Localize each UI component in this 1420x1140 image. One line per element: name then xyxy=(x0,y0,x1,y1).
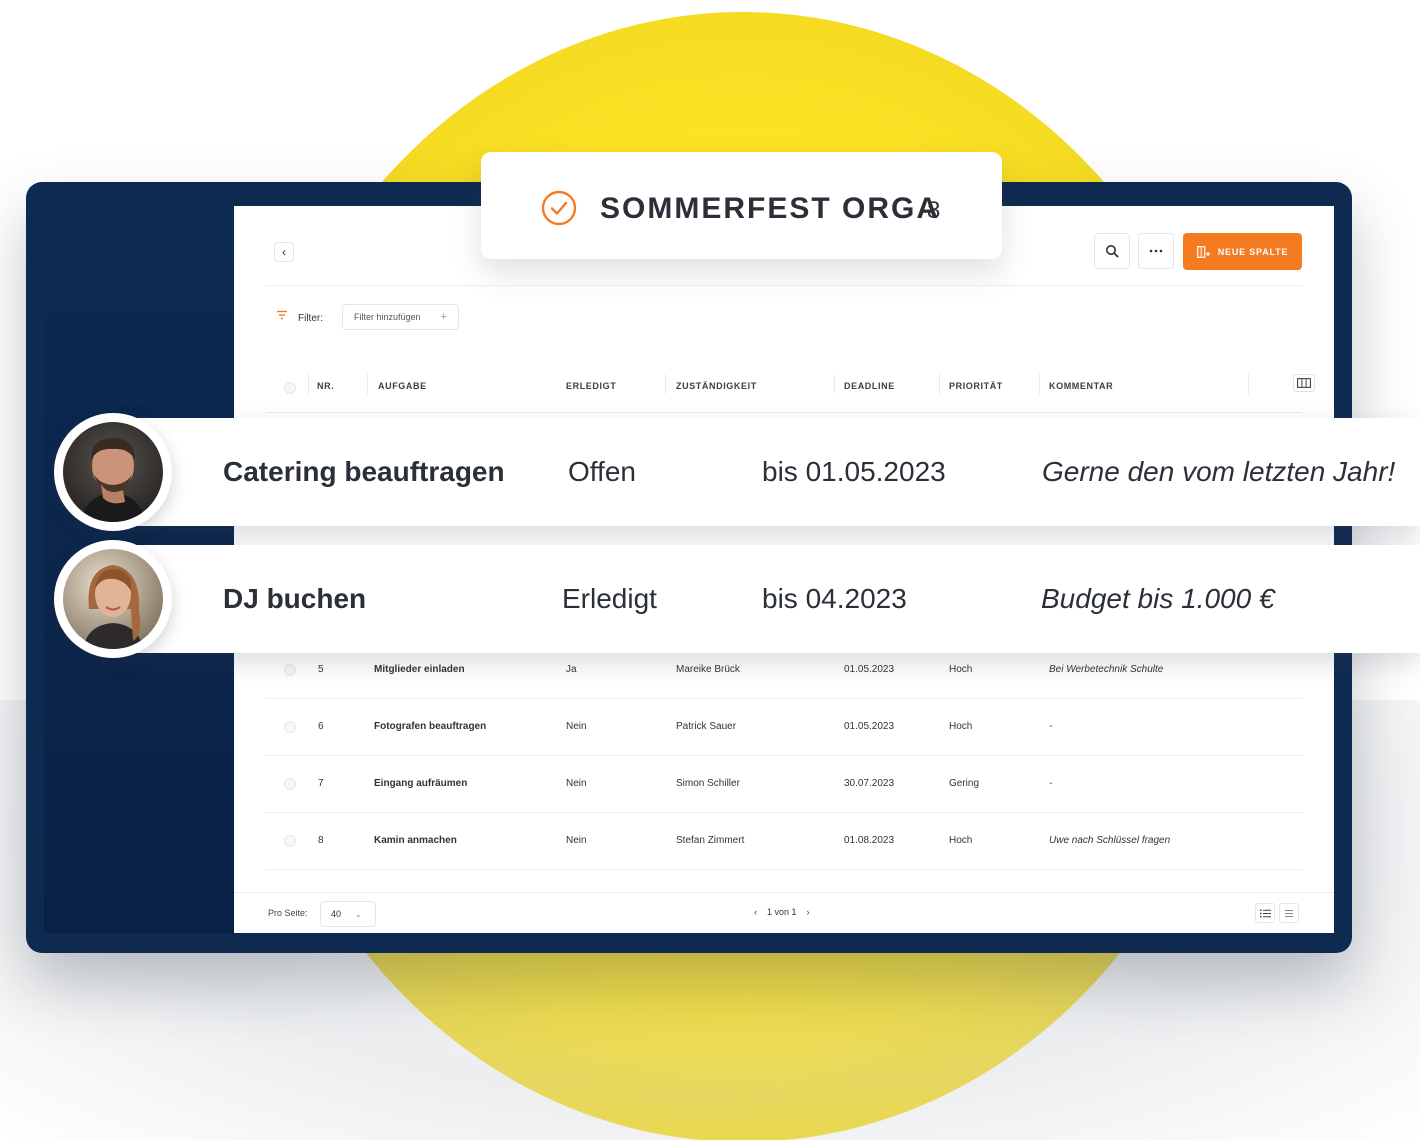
avatar-photo-woman xyxy=(63,549,163,649)
cell-done: Nein xyxy=(566,835,587,846)
column-settings-button[interactable] xyxy=(1293,374,1315,392)
table-header: NR. AUFGABE ERLEDIGT ZUSTÄNDIGKEIT DEADL… xyxy=(266,349,1315,413)
new-column-button[interactable]: NEUE SPALTE xyxy=(1183,233,1302,270)
header-nr[interactable]: NR. xyxy=(317,381,334,391)
search-icon xyxy=(1106,245,1119,258)
cell-task: Kamin anmachen xyxy=(374,835,457,846)
highlight-task: Catering beauftragen xyxy=(223,456,505,487)
header-deadline[interactable]: DEADLINE xyxy=(844,381,895,391)
highlight-status: Erledigt xyxy=(562,583,657,614)
column-separator xyxy=(834,374,835,394)
column-separator xyxy=(367,374,368,394)
more-icon xyxy=(1149,249,1163,253)
highlight-comment: Budget bis 1.000 € xyxy=(1041,583,1275,614)
pagination: ‹ 1 von 1 › xyxy=(754,907,810,917)
column-separator xyxy=(939,374,940,394)
cell-nr: 7 xyxy=(318,778,324,789)
cell-comment: Uwe nach Schlüssel fragen xyxy=(1049,835,1171,846)
new-column-label: NEUE SPALTE xyxy=(1217,246,1289,257)
header-zustaendigkeit[interactable]: ZUSTÄNDIGKEIT xyxy=(676,381,757,391)
plus-icon: + xyxy=(440,311,447,323)
cell-comment: - xyxy=(1049,778,1053,789)
cell-priority: Hoch xyxy=(949,664,973,675)
header-prioritaet[interactable]: PRIORITÄT xyxy=(949,381,1003,391)
cell-task: Eingang aufräumen xyxy=(374,778,468,789)
prev-page-button[interactable]: ‹ xyxy=(754,907,757,917)
table-row[interactable]: 7 Eingang aufräumen Nein Simon Schiller … xyxy=(266,756,1302,813)
row-select-radio[interactable] xyxy=(284,664,296,676)
cell-comment: Bei Werbetechnik Schulte xyxy=(1049,664,1164,675)
filter-label: Filter: xyxy=(298,313,323,324)
chevron-down-icon: ⌄ xyxy=(355,909,362,919)
cell-comment: - xyxy=(1049,721,1053,732)
cell-deadline: 01.08.2023 xyxy=(844,835,895,846)
header-kommentar[interactable]: KOMMENTAR xyxy=(1049,381,1113,391)
more-options-button[interactable] xyxy=(1138,233,1174,269)
select-all-radio[interactable] xyxy=(284,382,296,394)
per-page-value: 40 xyxy=(331,909,342,919)
table-row[interactable]: 8 Kamin anmachen Nein Stefan Zimmert 01.… xyxy=(266,813,1302,870)
highlight-comment: Gerne den vom letzten Jahr! xyxy=(1042,456,1396,487)
avatar xyxy=(54,540,172,658)
cell-done: Nein xyxy=(566,721,587,732)
per-page-select[interactable]: 40 ⌄ xyxy=(320,901,376,927)
cell-owner: Simon Schiller xyxy=(676,778,740,789)
column-separator xyxy=(1039,374,1040,394)
column-separator xyxy=(665,374,666,394)
cell-nr: 8 xyxy=(318,835,324,846)
back-button[interactable]: ‹ xyxy=(274,242,294,262)
cell-owner: Patrick Sauer xyxy=(676,721,737,732)
list-view-icon xyxy=(1259,909,1271,917)
cell-done: Nein xyxy=(566,778,587,789)
columns-icon xyxy=(1297,378,1311,388)
cell-deadline: 01.05.2023 xyxy=(844,721,895,732)
add-filter-label: Filter hinzufügen xyxy=(354,312,421,322)
next-page-button[interactable]: › xyxy=(807,907,810,917)
per-page-label: Pro Seite: xyxy=(268,908,308,918)
list-view-button[interactable] xyxy=(1255,903,1275,923)
add-column-icon xyxy=(1196,245,1210,258)
board-title-card: SOMMERFEST ORGA 8 xyxy=(481,152,1002,259)
cell-deadline: 01.05.2023 xyxy=(844,664,895,675)
compact-view-icon xyxy=(1285,909,1293,917)
highlight-deadline: bis 04.2023 xyxy=(762,583,907,614)
column-separator xyxy=(308,374,309,394)
cell-owner: Stefan Zimmert xyxy=(676,835,745,846)
highlight-task: DJ buchen xyxy=(223,583,367,614)
task-count: 8 xyxy=(927,197,941,224)
cell-nr: 5 xyxy=(318,664,324,675)
chevron-left-icon: ‹ xyxy=(282,245,286,259)
highlight-status: Offen xyxy=(568,456,636,487)
cell-deadline: 30.07.2023 xyxy=(844,778,895,789)
highlight-deadline: bis 01.05.2023 xyxy=(762,456,946,487)
cell-priority: Hoch xyxy=(949,721,973,732)
cell-priority: Gering xyxy=(949,778,980,789)
page-indicator: 1 von 1 xyxy=(767,907,797,917)
header-erledigt[interactable]: ERLEDIGT xyxy=(566,381,616,391)
highlight-row[interactable]: Catering beauftragen Offen bis 01.05.202… xyxy=(130,418,1420,526)
avatar-photo-man xyxy=(63,422,163,522)
table-row[interactable]: 6 Fotografen beauftragen Nein Patrick Sa… xyxy=(266,699,1302,756)
column-separator xyxy=(1248,374,1249,394)
cell-task: Fotografen beauftragen xyxy=(374,721,487,732)
avatar xyxy=(54,413,172,531)
divider xyxy=(266,285,1302,286)
cell-owner: Mareike Brück xyxy=(676,664,740,675)
cell-task: Mitglieder einladen xyxy=(374,664,465,675)
cell-priority: Hoch xyxy=(949,835,973,846)
cell-nr: 6 xyxy=(318,721,324,732)
row-select-radio[interactable] xyxy=(284,721,296,733)
row-select-radio[interactable] xyxy=(284,835,296,847)
row-select-radio[interactable] xyxy=(284,778,296,790)
header-aufgabe[interactable]: AUFGABE xyxy=(378,381,427,391)
compact-view-button[interactable] xyxy=(1279,903,1299,923)
add-filter-button[interactable]: Filter hinzufügen + xyxy=(342,304,459,330)
cell-done: Ja xyxy=(566,664,577,675)
check-circle-icon xyxy=(541,190,577,226)
filter-icon xyxy=(277,310,287,320)
table-footer: Pro Seite: 40 ⌄ ‹ 1 von 1 › xyxy=(234,892,1334,933)
search-button[interactable] xyxy=(1094,233,1130,269)
board-title: SOMMERFEST ORGA xyxy=(600,192,941,225)
highlight-row[interactable]: DJ buchen Erledigt bis 04.2023 Budget bi… xyxy=(130,545,1420,653)
